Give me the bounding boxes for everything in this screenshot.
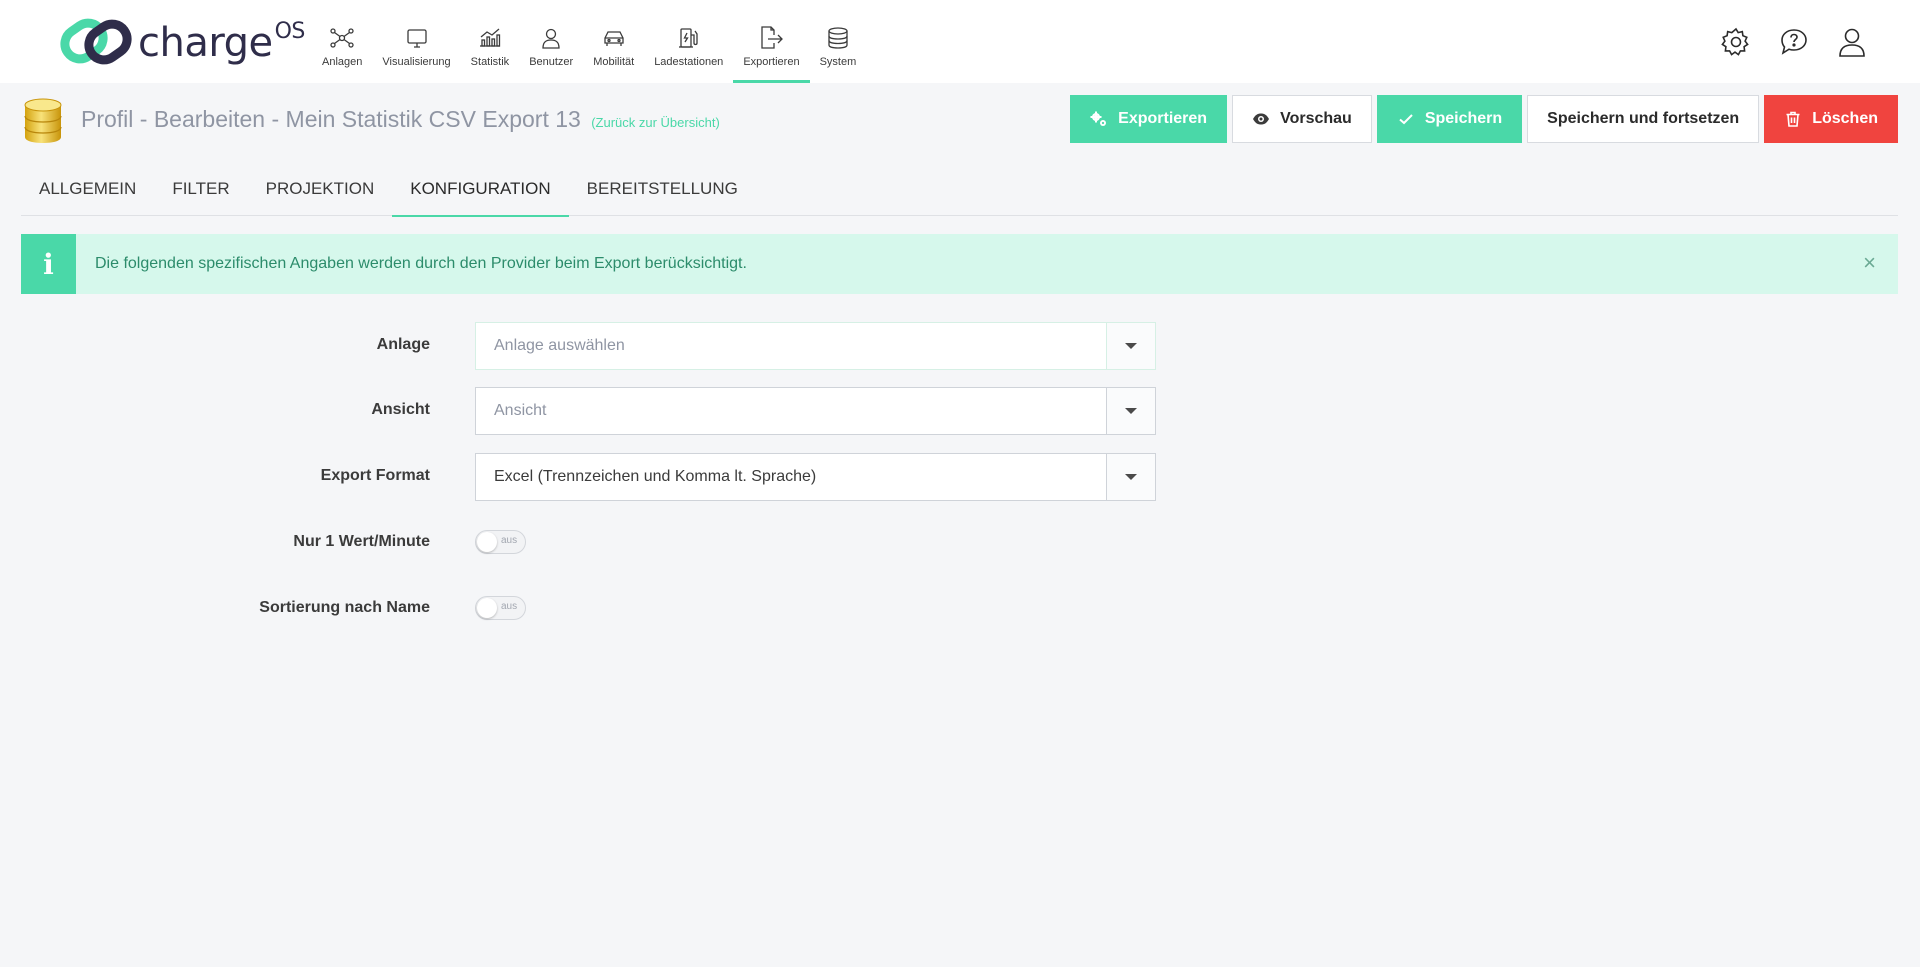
database-profile-icon [24,98,62,143]
toggle-state-text: aus [501,601,518,612]
anlage-select[interactable]: Anlage auswählen [475,322,1156,370]
save-button[interactable]: Speichern [1376,95,1523,143]
form-row-anlage: Anlage Anlage auswählen [0,322,1160,370]
save-and-continue-label: Speichern und fortsetzen [1547,110,1740,127]
profile-tabs: ALLGEMEIN FILTER PROJEKTION KONFIGURATIO… [21,170,1898,217]
nav-item-exportieren[interactable]: Exportieren [733,0,810,83]
car-icon [604,31,624,46]
tab-allgemein[interactable]: ALLGEMEIN [21,170,154,216]
back-to-overview-link[interactable]: (Zurück zur Übersicht) [591,115,720,130]
charging-station-icon [678,28,698,48]
page-title: Profil - Bearbeiten - Mein Statistik CSV… [81,106,720,133]
nav-item-statistik[interactable]: Statistik [461,0,520,83]
eye-icon [1253,113,1270,125]
delete-button-label: Löschen [1812,110,1878,127]
nav-label: Benutzer [529,56,574,68]
nav-label: Anlagen [322,56,363,68]
nav-item-benutzer[interactable]: Benutzer [519,0,583,83]
nav-label: Visualisierung [382,56,451,68]
nav-item-anlagen[interactable]: Anlagen [312,0,372,83]
nav-label: Ladestationen [654,56,724,68]
top-header: chargeOS Anlagen Visualisierung Statisti… [0,0,1920,83]
export-button-label: Exportieren [1118,110,1208,127]
anlage-label: Anlage [376,336,430,353]
info-icon: i [21,234,76,294]
toggle-state-text: aus [501,535,518,546]
toggle-knob [477,598,497,618]
user-icon [542,28,560,49]
gears-icon [1090,111,1107,126]
ansicht-dropdown-toggle[interactable] [1106,388,1155,434]
logo-text: chargeOS [138,19,305,66]
nav-item-ladestationen[interactable]: Ladestationen [644,0,733,83]
anlage-select-placeholder: Anlage auswählen [494,337,625,354]
nav-label: System [819,56,857,68]
check-icon [1399,114,1413,125]
main-nav: Anlagen Visualisierung Statistik Benutze… [312,0,866,83]
preview-button-label: Vorschau [1280,110,1352,127]
nav-label: Exportieren [743,56,800,68]
form-row-nur-wert: Nur 1 Wert/Minute aus [0,519,1160,567]
chevron-down-icon [1125,343,1137,349]
nur-wert-label: Nur 1 Wert/Minute [293,533,430,550]
export-icon [761,26,784,49]
action-buttons: Exportieren Vorschau Speichern Speichern… [1070,95,1898,143]
info-text: Die folgenden spezifischen Angaben werde… [95,255,747,272]
close-icon[interactable]: × [1863,252,1876,274]
ansicht-select-placeholder: Ansicht [494,402,547,419]
chargeos-logo[interactable]: chargeOS [60,17,305,67]
chevron-down-icon [1125,408,1137,414]
database-icon [828,27,848,49]
info-banner: i Die folgenden spezifischen Angaben wer… [21,234,1898,294]
export-format-value: Excel (Trennzeichen und Komma lt. Sprach… [494,468,817,485]
export-format-dropdown-toggle[interactable] [1106,454,1155,500]
nav-label: Statistik [470,56,510,68]
page-title-text: Profil - Bearbeiten - Mein Statistik CSV… [81,106,581,132]
nur-wert-toggle[interactable]: aus [475,530,526,554]
tab-bereitstellung[interactable]: BEREITSTELLUNG [569,170,756,216]
form-row-ansicht: Ansicht Ansicht [0,387,1160,435]
nav-item-mobilitaet[interactable]: Mobilität [583,0,644,83]
export-format-select[interactable]: Excel (Trennzeichen und Komma lt. Sprach… [475,453,1156,501]
sortierung-label: Sortierung nach Name [259,599,430,616]
ansicht-select[interactable]: Ansicht [475,387,1156,435]
nav-label: Mobilität [593,56,635,68]
delete-button[interactable]: Löschen [1764,95,1898,143]
chain-link-logo-icon [60,18,132,65]
header-tools [1720,26,1868,58]
network-icon [330,28,354,48]
tab-projektion[interactable]: PROJEKTION [248,170,393,216]
form-row-sortierung: Sortierung nach Name aus [0,585,1160,633]
trash-icon [1786,111,1800,127]
monitor-icon [406,29,427,48]
preview-button[interactable]: Vorschau [1232,95,1372,143]
help-chat-icon[interactable] [1778,26,1810,58]
user-profile-icon[interactable] [1836,26,1868,58]
save-button-label: Speichern [1424,110,1503,127]
nav-item-visualisierung[interactable]: Visualisierung [372,0,460,83]
tab-filter[interactable]: FILTER [154,170,247,216]
anlage-dropdown-toggle[interactable] [1106,323,1155,369]
nav-item-system[interactable]: System [810,0,867,83]
ansicht-label: Ansicht [371,401,430,418]
bar-chart-icon [479,28,501,47]
toggle-knob [477,532,497,552]
form-row-export-format: Export Format Excel (Trennzeichen und Ko… [0,453,1160,501]
export-format-label: Export Format [320,467,430,484]
sortierung-toggle[interactable]: aus [475,596,526,620]
tab-konfiguration[interactable]: KONFIGURATION [392,170,570,217]
gear-icon[interactable] [1720,26,1752,58]
save-and-continue-button[interactable]: Speichern und fortsetzen [1527,95,1760,143]
chevron-down-icon [1125,474,1137,480]
export-button[interactable]: Exportieren [1070,95,1228,143]
